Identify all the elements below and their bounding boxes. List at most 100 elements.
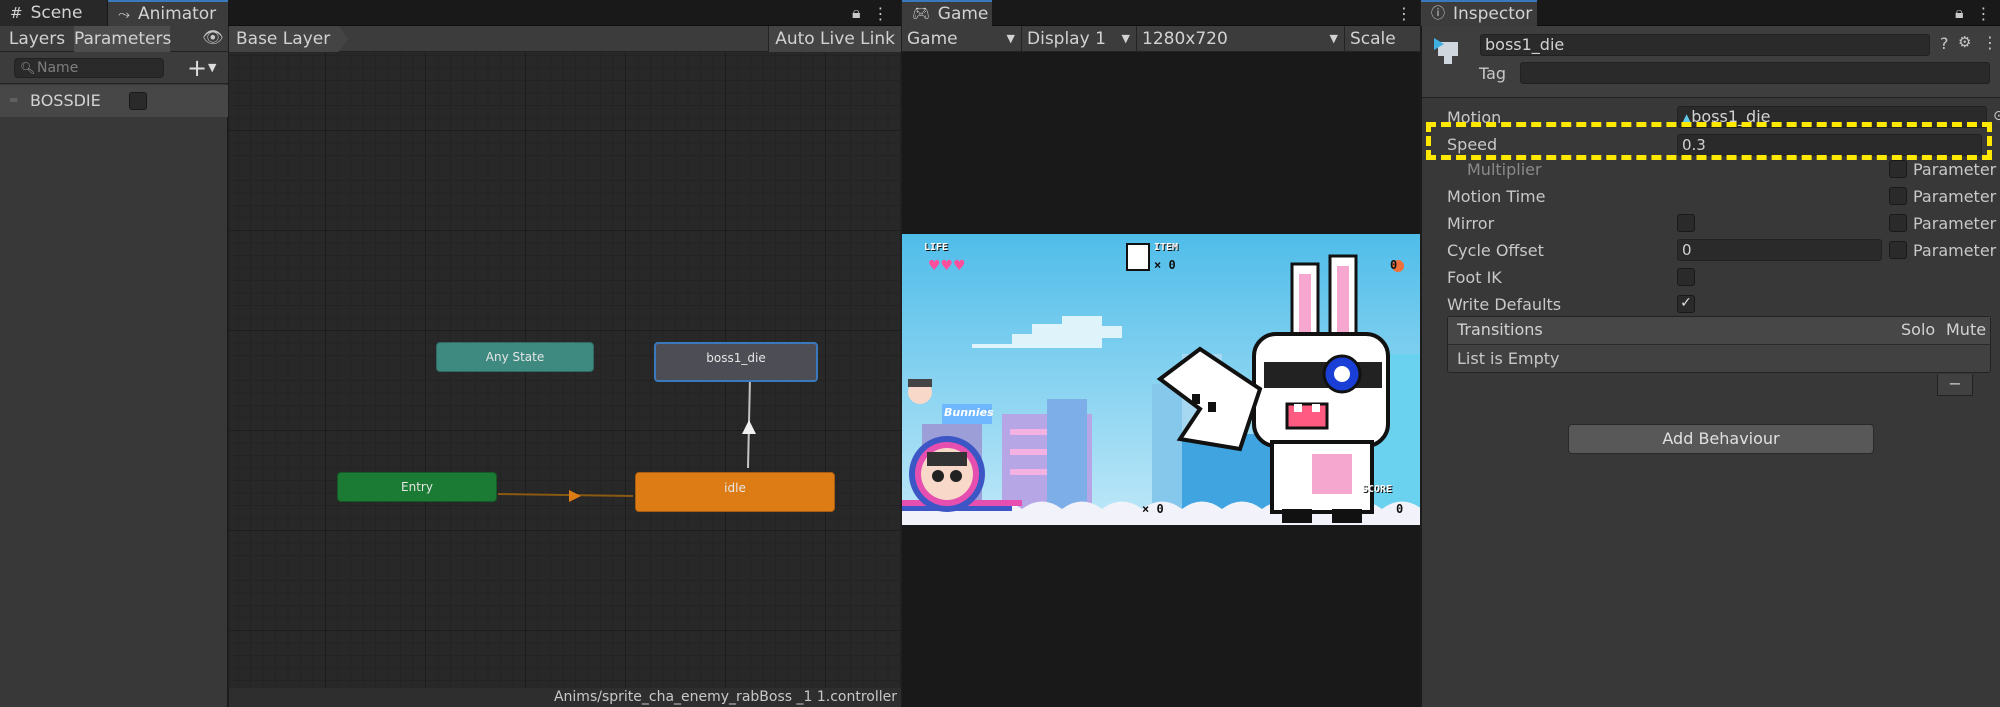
transitions-label: Transitions: [1457, 320, 1543, 339]
search-icon: 🔍︎: [20, 61, 36, 75]
write-defaults-checkbox[interactable]: ✓: [1677, 295, 1695, 313]
animator-subtabs: Layers Parameters 👁︎: [0, 26, 228, 52]
animator-tab-icons: 🔒︎ ⋮: [852, 0, 889, 26]
cycle-offset-field[interactable]: 0: [1677, 239, 1882, 261]
inspector-panel: boss1_die ? ⚙ ⋮ Tag Motion ▲boss1_die ⊙ …: [1421, 26, 2000, 707]
parameters-search-row: 🔍︎ Name + ▼: [0, 52, 228, 84]
cycle-offset-parameter-label: Parameter: [1913, 241, 1997, 260]
mirror-parameter-label: Parameter: [1913, 214, 1997, 233]
building-sign-text: Bunnies: [944, 406, 994, 419]
tab-inspector[interactable]: ⓘ Inspector: [1421, 0, 1537, 26]
cycle-offset-label: Cycle Offset: [1447, 241, 1544, 260]
hud-score-top: 0: [1390, 258, 1398, 272]
lock-icon[interactable]: 🔒︎: [852, 3, 861, 23]
multiplier-parameter-label: Parameter: [1913, 160, 1997, 179]
foot-ik-label: Foot IK: [1447, 268, 1502, 287]
resolution-dropdown[interactable]: 1280x720 ▼: [1137, 26, 1345, 52]
more-menu-icon[interactable]: ⋮: [1982, 33, 1998, 52]
game-mode-label: Game: [907, 29, 958, 49]
state-name-field[interactable]: boss1_die: [1480, 34, 1930, 56]
drag-handle-icon[interactable]: ═: [10, 93, 17, 107]
inspector-header: boss1_die ? ⚙ ⋮ Tag: [1422, 26, 2000, 98]
hud-life-label: LIFE: [924, 242, 949, 253]
entry-to-idle-transition[interactable]: [497, 493, 634, 497]
controller-path: Anims/sprite_cha_enemy_rabBoss _1 1.cont…: [229, 688, 901, 707]
parameter-name: BOSSDIE: [30, 91, 101, 110]
state-boss1-die[interactable]: boss1_die: [654, 342, 818, 382]
add-behaviour-button[interactable]: Add Behaviour: [1568, 424, 1874, 454]
eye-icon[interactable]: 👁︎: [202, 28, 224, 48]
cycle-offset-row: Cycle Offset 0 Parameter: [1447, 238, 1997, 264]
settings-icon[interactable]: ⚙: [1958, 33, 1971, 51]
tab-scene[interactable]: # Scene: [0, 0, 107, 26]
chevron-down-icon: ▼: [1006, 32, 1015, 45]
scale-slider[interactable]: Scale: [1345, 26, 1420, 52]
game-toolbar: Game ▼ Display 1 ▼ 1280x720 ▼ Scale: [902, 26, 1420, 52]
tab-layers[interactable]: Layers: [0, 26, 74, 52]
multiplier-parameter-checkbox[interactable]: [1889, 160, 1907, 178]
animator-state-icon: [1432, 34, 1464, 66]
hud-score-label: SCORE: [1362, 484, 1393, 495]
transitions-list: Transitions Solo Mute List is Empty: [1447, 316, 1991, 373]
parameter-row[interactable]: ═ BOSSDIE: [0, 85, 228, 117]
tag-label: Tag: [1479, 64, 1507, 83]
chevron-down-icon[interactable]: ▼: [208, 61, 216, 74]
help-icon[interactable]: ?: [1940, 34, 1949, 53]
mirror-parameter-checkbox[interactable]: [1889, 214, 1907, 232]
remove-transition-button[interactable]: −: [1937, 374, 1973, 396]
more-menu-icon[interactable]: ⋮: [1976, 4, 1992, 23]
game-tabbar: 🎮︎ Game ⋮: [902, 0, 1420, 26]
mirror-row: Mirror Parameter: [1447, 211, 1997, 237]
motion-time-parameter-checkbox[interactable]: [1889, 187, 1907, 205]
game-viewport[interactable]: ♥♥♥ LIFE ITEM × 0 0 Bunnies × 0 SCORE 0: [902, 234, 1420, 525]
game-tab-icons: ⋮: [1396, 0, 1412, 26]
state-any-state[interactable]: Any State: [436, 342, 594, 372]
state-idle[interactable]: idle: [635, 472, 835, 512]
multiplier-row: Multiplier Parameter: [1447, 157, 1997, 183]
inspector-tabbar: ⓘ Inspector 🔒︎ ⋮: [1421, 0, 2000, 26]
mirror-label: Mirror: [1447, 214, 1495, 233]
mute-label: Mute: [1946, 320, 1987, 339]
tab-inspector-label: Inspector: [1453, 4, 1533, 24]
tab-animator-label: Animator: [138, 4, 217, 24]
tab-game[interactable]: 🎮︎ Game: [902, 0, 992, 26]
animator-tabbar: # Scene ⤳ Animator 🔒︎ ⋮: [0, 0, 901, 26]
tab-scene-label: Scene: [30, 3, 83, 23]
foot-ik-row: Foot IK: [1447, 265, 1997, 291]
list-empty-text: List is Empty: [1457, 349, 1560, 368]
tab-parameters[interactable]: Parameters: [74, 26, 171, 52]
more-menu-icon[interactable]: ⋮: [873, 4, 889, 23]
more-menu-icon[interactable]: ⋮: [1396, 4, 1412, 23]
tab-game-label: Game: [937, 4, 989, 24]
motion-time-parameter-label: Parameter: [1913, 187, 1997, 206]
cycle-offset-parameter-checkbox[interactable]: [1889, 241, 1907, 259]
add-parameter-icon[interactable]: +: [187, 54, 207, 82]
parameter-search-input[interactable]: 🔍︎ Name: [14, 58, 164, 78]
object-picker-icon[interactable]: ⊙: [1993, 108, 2000, 124]
gamepad-icon: 🎮︎: [912, 6, 930, 22]
hud-score-value: 0: [1396, 502, 1404, 516]
write-defaults-label: Write Defaults: [1447, 295, 1562, 314]
hud-item-label: ITEM: [1154, 242, 1179, 253]
entry-transition-arrowhead: [569, 490, 581, 502]
tab-animator[interactable]: ⤳ Animator: [108, 0, 228, 26]
idle-transition-arrowhead: [742, 420, 756, 434]
game-mode-dropdown[interactable]: Game ▼: [902, 26, 1022, 52]
tag-field[interactable]: [1520, 62, 1990, 84]
chevron-down-icon: ▼: [1329, 32, 1338, 45]
inspector-tab-icons: 🔒︎ ⋮: [1955, 0, 1992, 26]
game-scene: ♥♥♥: [902, 234, 1420, 525]
chevron-down-icon: ▼: [1121, 32, 1130, 45]
foot-ik-checkbox[interactable]: [1677, 268, 1695, 286]
multiplier-label: Multiplier: [1467, 160, 1542, 179]
parameter-bool-checkbox[interactable]: [129, 92, 147, 110]
game-panel: Game ▼ Display 1 ▼ 1280x720 ▼ Scale ♥♥♥ …: [902, 26, 1420, 707]
hud-item-count: × 0: [1154, 258, 1176, 272]
solo-label: Solo: [1901, 320, 1936, 339]
animator-graph[interactable]: Base Layer Auto Live Link Any State boss…: [229, 26, 901, 707]
minus-icon: −: [1948, 374, 1962, 393]
display-dropdown[interactable]: Display 1 ▼: [1022, 26, 1137, 52]
lock-icon[interactable]: 🔒︎: [1955, 3, 1964, 23]
mirror-checkbox[interactable]: [1677, 214, 1695, 232]
state-entry[interactable]: Entry: [337, 472, 497, 502]
